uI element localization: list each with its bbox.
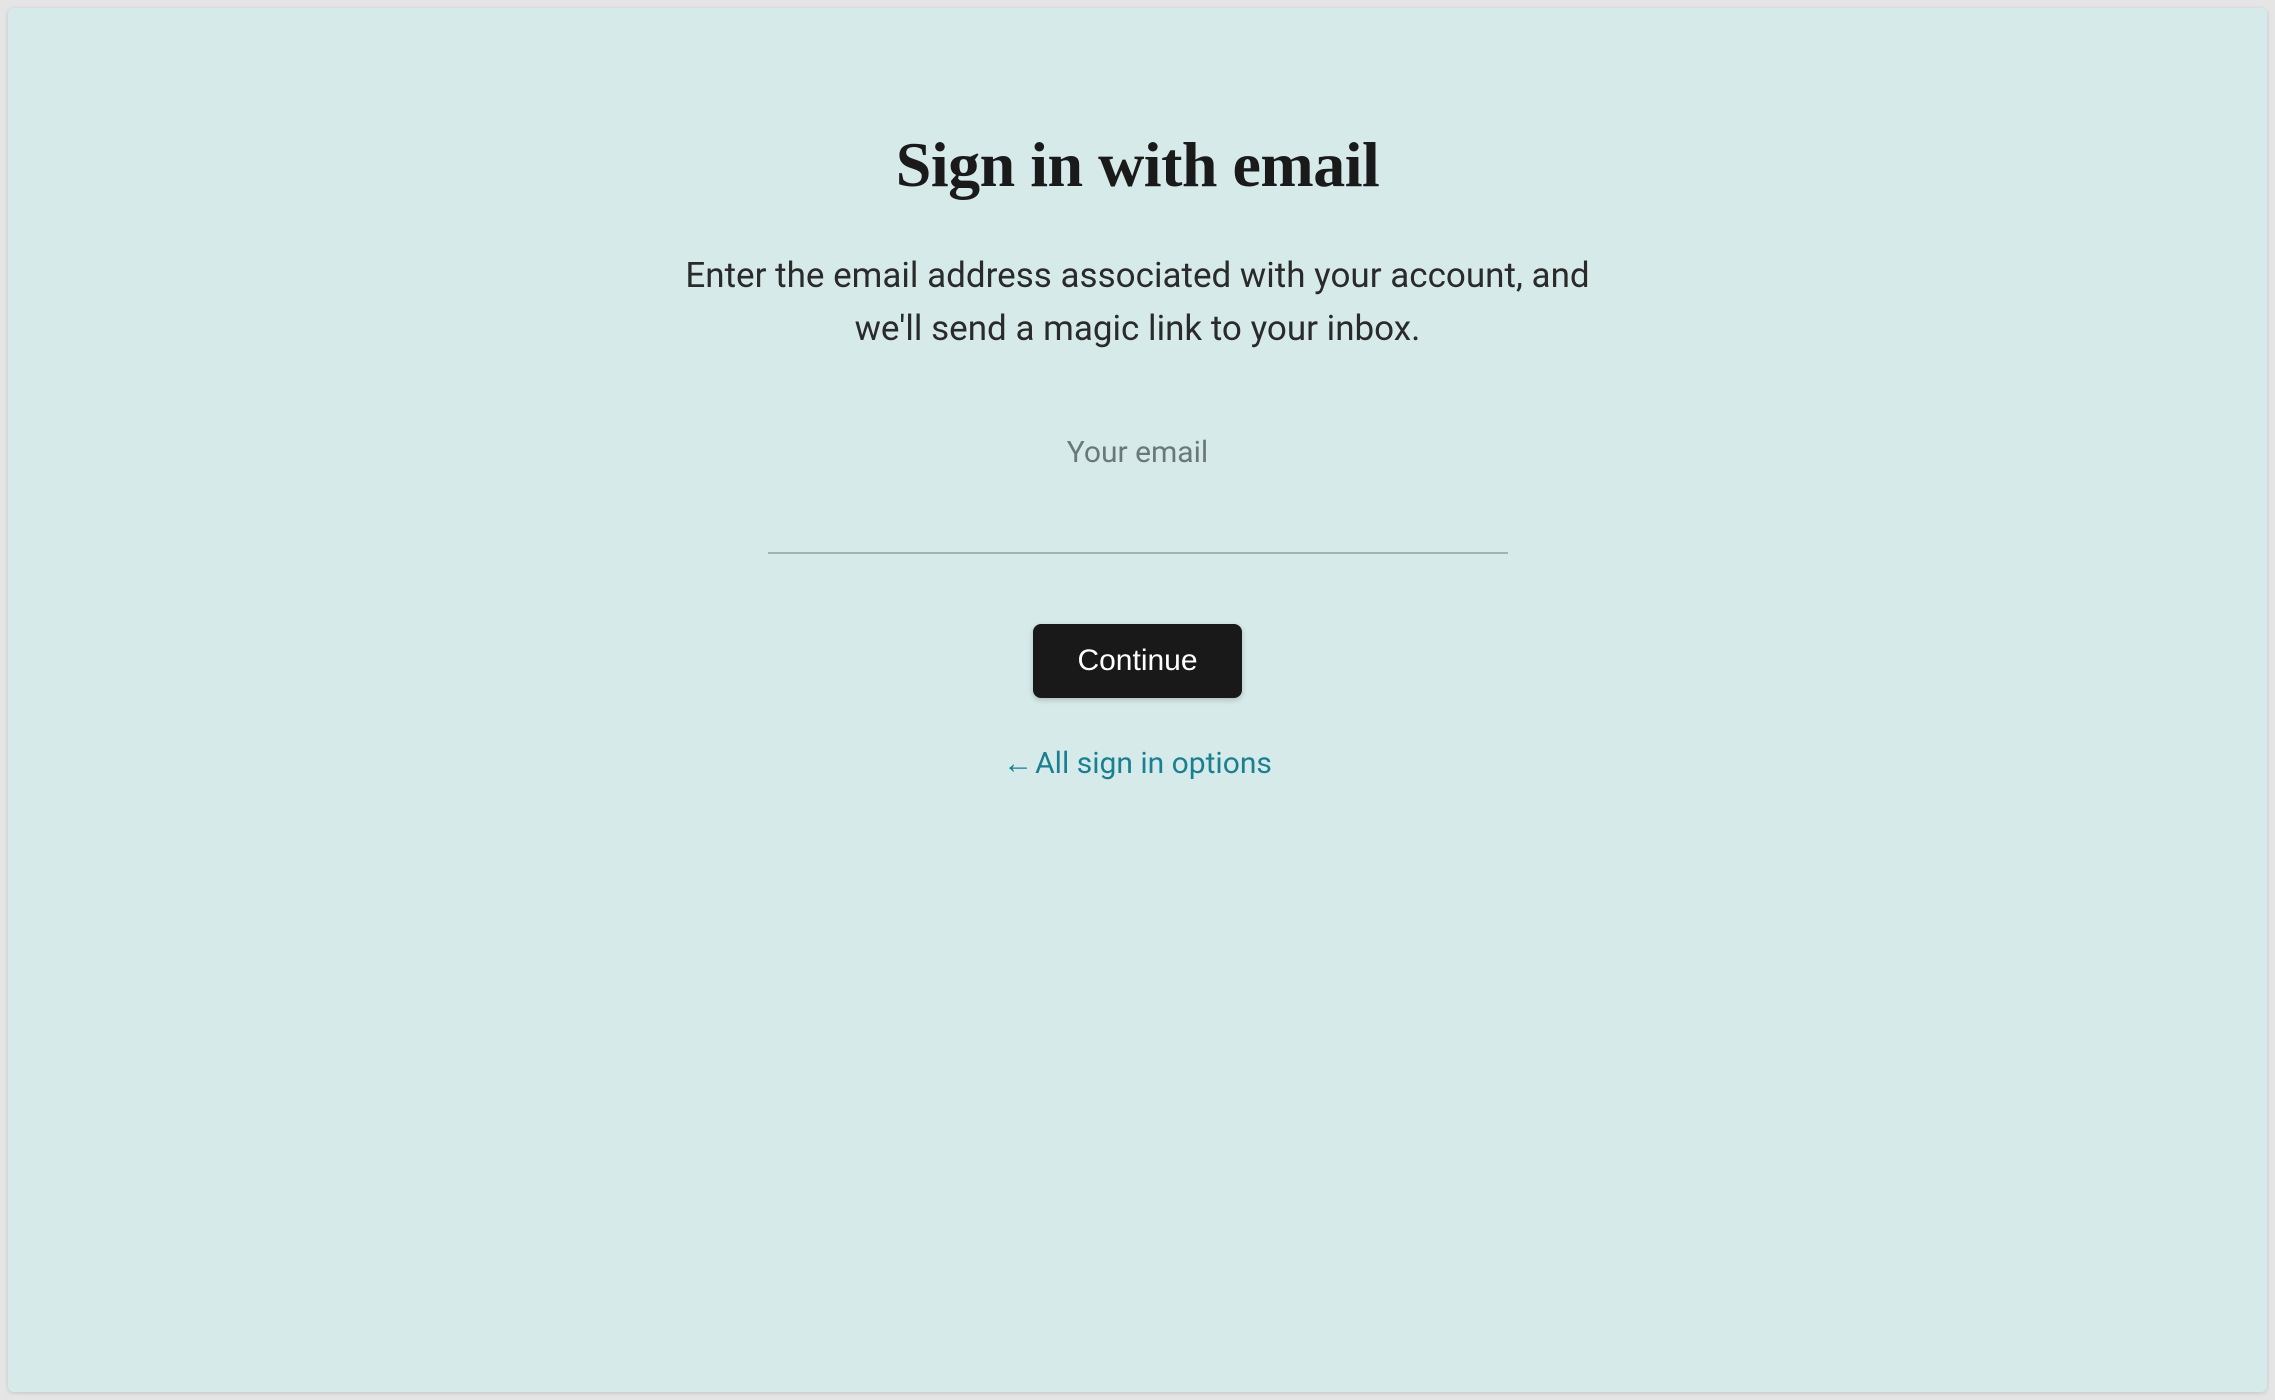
page-subtitle: Enter the email address associated with …	[658, 250, 1618, 355]
email-label: Your email	[1067, 435, 1208, 470]
email-input[interactable]	[768, 494, 1508, 554]
continue-button[interactable]: Continue	[1033, 624, 1241, 698]
page-title: Sign in with email	[896, 128, 1380, 202]
back-to-signin-options-link[interactable]: ← All sign in options	[1003, 746, 1272, 781]
back-link-label: All sign in options	[1035, 746, 1272, 781]
signin-panel: Sign in with email Enter the email addre…	[8, 8, 2267, 1392]
arrow-left-icon: ←	[1003, 746, 1033, 781]
